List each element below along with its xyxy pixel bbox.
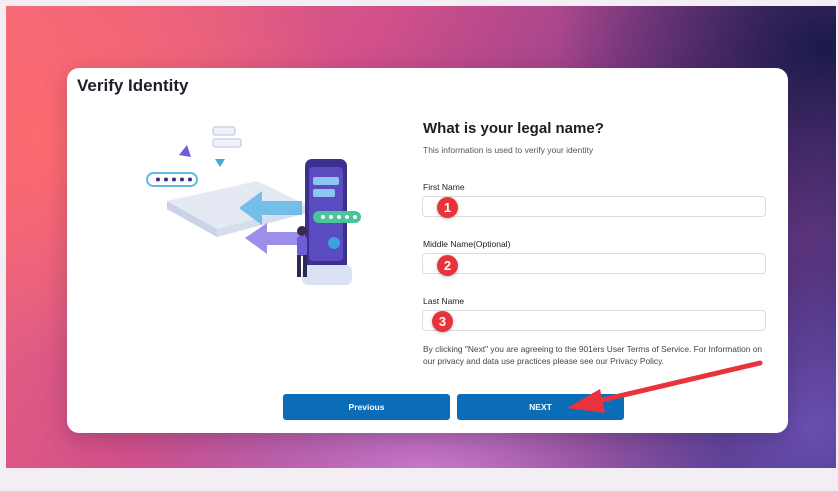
last-name-label: Last Name bbox=[423, 296, 465, 306]
phone-identity-verification-illustration bbox=[146, 126, 361, 285]
first-name-label: First Name bbox=[423, 182, 465, 192]
middle-name-label: Middle Name(Optional) bbox=[423, 239, 511, 249]
step-badge-1: 1 bbox=[437, 197, 458, 218]
first-name-input[interactable] bbox=[422, 196, 766, 217]
form-subheading: This information is used to verify your … bbox=[423, 145, 594, 155]
middle-name-input[interactable] bbox=[422, 253, 766, 274]
step-badge-2: 2 bbox=[437, 255, 458, 276]
verify-identity-card: Verify Identity What is your legal name?… bbox=[67, 68, 788, 433]
last-name-input[interactable] bbox=[422, 310, 766, 331]
page-title: Verify Identity bbox=[77, 76, 189, 95]
form-heading: What is your legal name? bbox=[423, 120, 604, 137]
step-badge-3: 3 bbox=[432, 311, 453, 332]
previous-button[interactable]: Previous bbox=[283, 394, 450, 420]
terms-consent-text: By clicking "Next" you are agreeing to t… bbox=[423, 344, 763, 366]
next-button[interactable]: NEXT bbox=[457, 394, 624, 420]
